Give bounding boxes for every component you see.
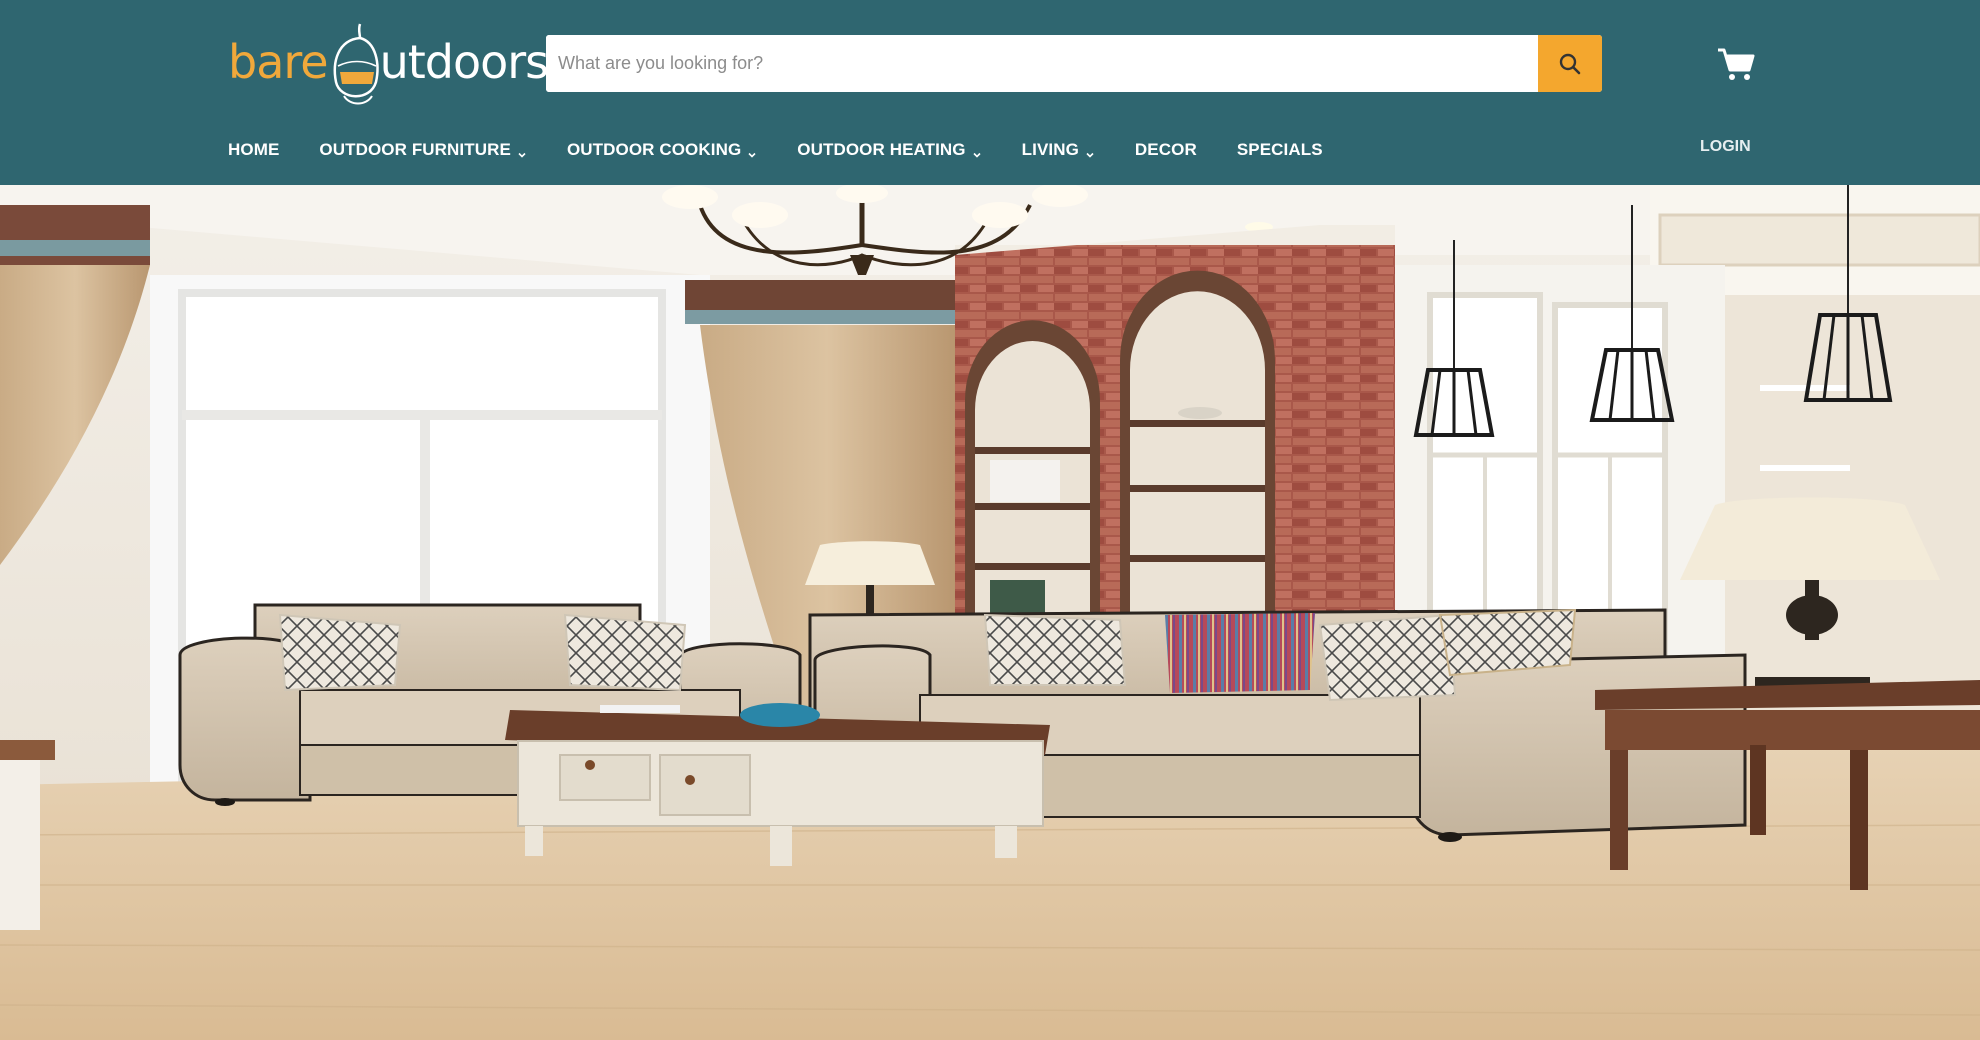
nav-label: DECOR — [1134, 140, 1197, 159]
nav-item-living[interactable]: LIVING — [1022, 140, 1095, 160]
search-button[interactable] — [1538, 35, 1602, 92]
nav-item-outdoor-furniture[interactable]: OUTDOOR FURNITURE — [319, 140, 527, 160]
search-input[interactable] — [546, 35, 1538, 92]
chevron-down-icon — [517, 145, 527, 158]
search-bar — [546, 35, 1602, 92]
main-nav: HOME OUTDOOR FURNITURE OUTDOOR COOKING O… — [228, 136, 1363, 164]
nav-label: OUTDOOR HEATING — [797, 140, 966, 159]
cart-button[interactable] — [1716, 44, 1756, 84]
nav-item-decor[interactable]: DECOR — [1135, 140, 1197, 160]
site-header: bare utdoors HOME — [0, 0, 1980, 185]
nav-label: SPECIALS — [1236, 140, 1323, 159]
chevron-down-icon — [1085, 145, 1095, 158]
nav-item-outdoor-cooking[interactable]: OUTDOOR COOKING — [567, 140, 757, 160]
hero-banner-image[interactable] — [0, 185, 1980, 1040]
logo-text-outdoors: utdoors — [379, 35, 550, 89]
nav-item-outdoor-heating[interactable]: OUTDOOR HEATING — [797, 140, 981, 160]
nav-item-home[interactable]: HOME — [228, 140, 279, 160]
nav-label: OUTDOOR COOKING — [566, 140, 742, 159]
logo-text-bare: bare — [228, 35, 329, 89]
login-link[interactable]: LOGIN — [1700, 138, 1751, 156]
nav-label: OUTDOOR FURNITURE — [319, 140, 511, 159]
nav-item-specials[interactable]: SPECIALS — [1237, 140, 1323, 160]
search-icon — [1559, 53, 1581, 74]
chevron-down-icon — [972, 145, 982, 158]
brand-logo[interactable]: bare utdoors — [228, 20, 549, 106]
hanging-chair-icon — [330, 22, 382, 106]
nav-label: HOME — [228, 140, 280, 159]
nav-label: LIVING — [1021, 140, 1079, 159]
chevron-down-icon — [747, 145, 757, 158]
living-room-illustration — [0, 185, 1980, 1040]
cart-icon — [1718, 48, 1755, 80]
